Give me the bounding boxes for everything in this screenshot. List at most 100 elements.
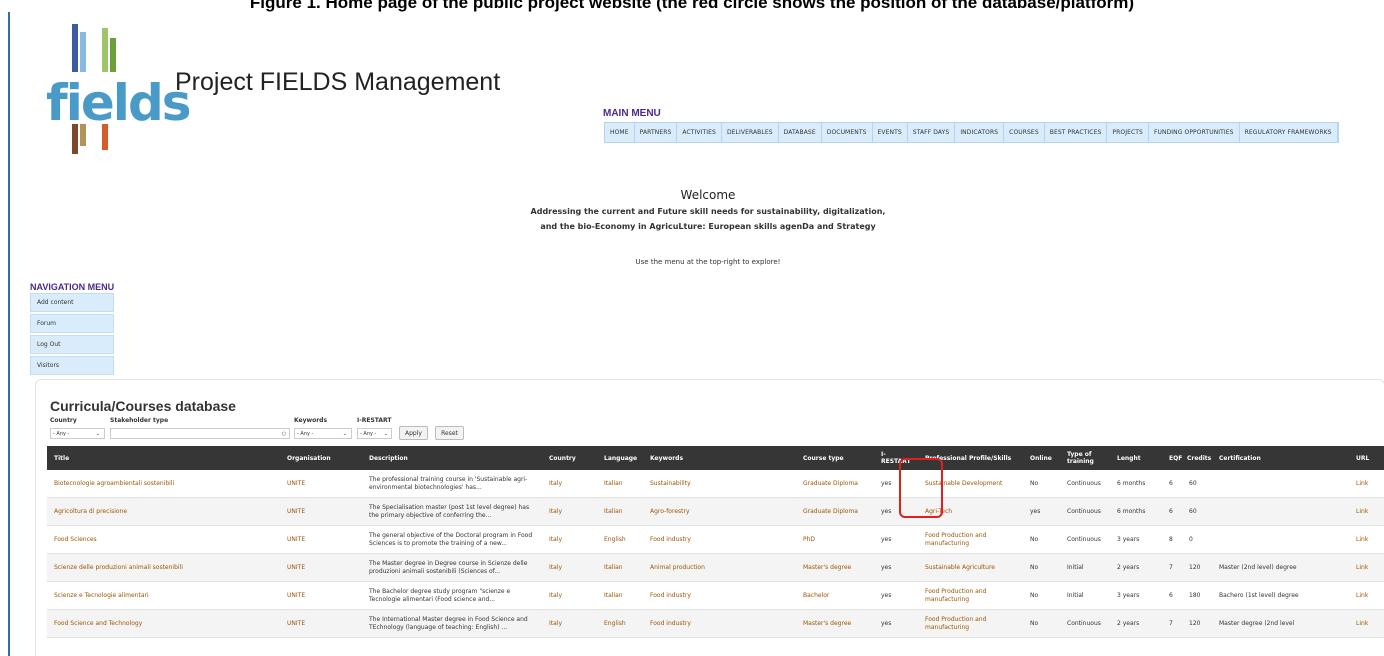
cell-language[interactable]: English <box>604 526 626 553</box>
cell-country[interactable]: Italy <box>549 554 562 581</box>
nav-item-visitors[interactable]: Visitors <box>30 356 114 375</box>
cell-professional-profile[interactable]: Food Production and manufacturing <box>925 582 1025 609</box>
cell-country[interactable]: Italy <box>549 610 562 637</box>
col-course-type[interactable]: Course type <box>803 446 844 470</box>
cell-course-type[interactable]: Graduate Diploma <box>803 470 858 497</box>
nav-item-log-out[interactable]: Log Out <box>30 335 114 354</box>
cell-language[interactable]: Italian <box>604 582 623 609</box>
irestart-select-value: - Any - <box>360 431 377 437</box>
menu-item-documents[interactable]: DOCUMENTS <box>822 123 873 142</box>
menu-item-partners[interactable]: PARTNERS <box>635 123 678 142</box>
col-eqf[interactable]: EQF <box>1169 446 1182 470</box>
cell-keywords[interactable]: Food industry <box>650 582 691 609</box>
cell-country[interactable]: Italy <box>549 582 562 609</box>
cell-url-link[interactable]: Link <box>1356 554 1368 581</box>
cell-url-link[interactable]: Link <box>1356 610 1368 637</box>
country-select[interactable]: - Any - ⌄ <box>50 428 105 439</box>
col-organisation[interactable]: Organisation <box>287 446 331 470</box>
col-online[interactable]: Online <box>1030 446 1052 470</box>
cell-title[interactable]: Scienze e Tecnologie alimentari <box>54 582 149 609</box>
logo-wordmark: fields <box>46 74 191 132</box>
keywords-select[interactable]: - Any - ⌄ <box>294 428 352 439</box>
cell-organisation[interactable]: UNITE <box>287 554 305 581</box>
cell-keywords[interactable]: Sustainability <box>650 470 691 497</box>
cell-organisation[interactable]: UNITE <box>287 526 305 553</box>
cell-url-link[interactable]: Link <box>1356 582 1368 609</box>
cell-keywords[interactable]: Food industry <box>650 610 691 637</box>
cell-country[interactable]: Italy <box>549 470 562 497</box>
cell-course-type[interactable]: Bachelor <box>803 582 829 609</box>
table-row: Agricoltura di precisione UNITE The Spec… <box>47 498 1384 526</box>
col-credits[interactable]: Credits <box>1187 446 1211 470</box>
cell-title[interactable]: Scienze delle produzioni animali sosteni… <box>54 554 183 581</box>
cell-course-type[interactable]: PhD <box>803 526 815 553</box>
country-select-value: - Any - <box>53 431 70 437</box>
cell-title[interactable]: Food Science and Technology <box>54 610 142 637</box>
cell-url-link[interactable]: Link <box>1356 498 1368 525</box>
col-country[interactable]: Country <box>549 446 576 470</box>
cell-keywords[interactable]: Food industry <box>650 526 691 553</box>
cell-course-type[interactable]: Master's degree <box>803 610 851 637</box>
menu-item-activities[interactable]: ACTIVITIES <box>677 123 722 142</box>
cell-professional-profile[interactable]: Food Production and manufacturing <box>925 610 1025 637</box>
col-length[interactable]: Lenght <box>1117 446 1141 470</box>
cell-country[interactable]: Italy <box>549 526 562 553</box>
cell-keywords[interactable]: Animal production <box>650 554 705 581</box>
cell-title[interactable]: Biotecnologie agroambientali sostenibili <box>54 470 174 497</box>
nav-item-add-content[interactable]: Add content <box>30 293 114 312</box>
menu-item-projects[interactable]: PROJECTS <box>1107 123 1149 142</box>
cell-url-link[interactable]: Link <box>1356 470 1368 497</box>
col-description[interactable]: Description <box>369 446 408 470</box>
cell-i-restart: yes <box>881 591 892 599</box>
cell-language[interactable]: Italian <box>604 554 623 581</box>
menu-item-staff-days[interactable]: STAFF DAYS <box>908 123 956 142</box>
cell-course-type[interactable]: Master's degree <box>803 554 851 581</box>
navigation-menu: Add content Forum Log Out Visitors <box>30 293 114 377</box>
menu-item-indicators[interactable]: INDICATORS <box>955 123 1005 142</box>
site-title[interactable]: Project FIELDS Management <box>175 68 500 97</box>
cell-title[interactable]: Agricoltura di precisione <box>54 498 127 525</box>
menu-item-courses[interactable]: COURSES <box>1004 123 1045 142</box>
cell-professional-profile[interactable]: Sustainable Agriculture <box>925 554 1025 581</box>
cell-organisation[interactable]: UNITE <box>287 498 305 525</box>
col-title[interactable]: Title <box>54 446 69 470</box>
cell-title[interactable]: Food Sciences <box>54 526 97 553</box>
menu-item-regulatory-frameworks[interactable]: REGULATORY FRAMEWORKS <box>1240 123 1338 142</box>
cell-language[interactable]: Italian <box>604 470 623 497</box>
menu-item-events[interactable]: EVENTS <box>873 123 908 142</box>
menu-item-best-practices[interactable]: BEST PRACTICES <box>1045 123 1108 142</box>
cell-url-link[interactable]: Link <box>1356 526 1368 553</box>
cell-i-restart: yes <box>881 563 892 571</box>
country-filter-label: Country <box>50 417 77 424</box>
cell-organisation[interactable]: UNITE <box>287 582 305 609</box>
cell-length: 2 years <box>1117 563 1140 571</box>
reset-button[interactable]: Reset <box>435 426 464 440</box>
cell-length: 3 years <box>1117 591 1140 599</box>
table-row: Scienze delle produzioni animali sosteni… <box>47 554 1384 582</box>
irestart-select[interactable]: - Any - ⌄ <box>357 428 392 439</box>
apply-button[interactable]: Apply <box>399 426 428 440</box>
menu-item-funding-opportunities[interactable]: FUNDING OPPORTUNITIES <box>1149 123 1240 142</box>
stakeholder-input[interactable]: ○ <box>110 428 290 439</box>
cell-language[interactable]: Italian <box>604 498 623 525</box>
cell-course-type[interactable]: Graduate Diploma <box>803 498 858 525</box>
cell-language[interactable]: English <box>604 610 626 637</box>
col-type-of-training[interactable]: Type of training <box>1067 446 1107 470</box>
col-language[interactable]: Language <box>604 446 637 470</box>
cell-organisation[interactable]: UNITE <box>287 610 305 637</box>
col-certification[interactable]: Certification <box>1219 446 1261 470</box>
cell-length: 6 months <box>1117 479 1146 487</box>
cell-i-restart: yes <box>881 507 892 515</box>
cell-certification: Master degree (2nd level <box>1219 619 1295 627</box>
cell-country[interactable]: Italy <box>549 498 562 525</box>
menu-item-database[interactable]: DATABASE <box>779 123 822 142</box>
menu-item-home[interactable]: HOME <box>605 123 635 142</box>
cell-organisation[interactable]: UNITE <box>287 470 305 497</box>
cell-keywords[interactable]: Agro-forestry <box>650 498 690 525</box>
nav-item-forum[interactable]: Forum <box>30 314 114 333</box>
menu-item-deliverables[interactable]: DELIVERABLES <box>722 123 779 142</box>
col-url[interactable]: URL <box>1356 446 1369 470</box>
cell-description: The Specialisation master (post 1st leve… <box>369 503 530 519</box>
col-keywords[interactable]: Keywords <box>650 446 683 470</box>
cell-professional-profile[interactable]: Food Production and manufacturing <box>925 526 1025 553</box>
